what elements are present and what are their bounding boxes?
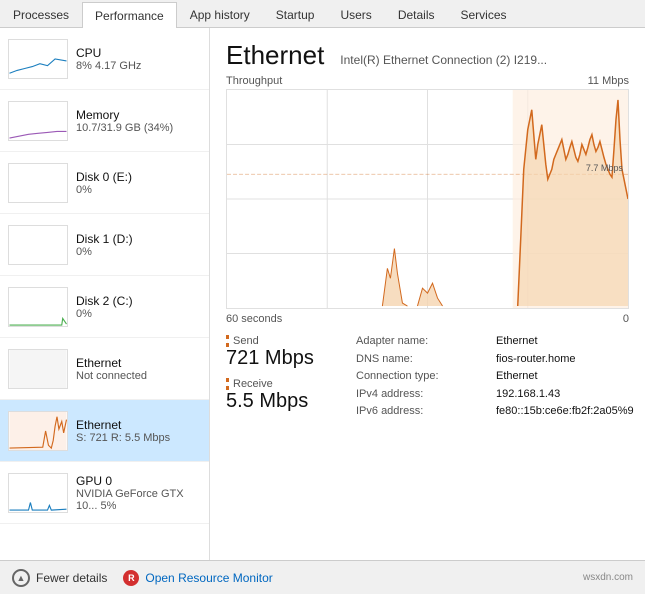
right-panel: Ethernet Intel(R) Ethernet Connection (2… — [210, 28, 645, 560]
sidebar-item-memory[interactable]: Memory 10.7/31.9 GB (34%) — [0, 90, 209, 152]
resource-monitor-icon: R — [123, 570, 139, 586]
send-value: 721 Mbps — [226, 347, 346, 370]
sidebar-item-disk0[interactable]: Disk 0 (E:) 0% — [0, 152, 209, 214]
cpu-title: CPU — [76, 46, 201, 60]
ethernet-active-title: Ethernet — [76, 418, 201, 432]
disk2-title: Disk 2 (C:) — [76, 294, 201, 308]
dns-label: DNS name: — [356, 353, 496, 369]
send-label: Send — [226, 335, 346, 347]
ethernet-nc-title: Ethernet — [76, 356, 201, 370]
svg-text:7.7 Mbps: 7.7 Mbps — [586, 163, 624, 173]
send-recv-panel: Send 721 Mbps Receive 5.5 Mbps — [226, 335, 346, 421]
graph-container: 7.7 Mbps — [226, 89, 629, 309]
info-section: Send 721 Mbps Receive 5.5 Mbps Adapter n… — [226, 335, 629, 421]
panel-header: Ethernet Intel(R) Ethernet Connection (2… — [226, 40, 629, 71]
main-content: CPU 8% 4.17 GHz Memory 10.7/31.9 GB (34%… — [0, 28, 645, 560]
adapter-value: Ethernet — [496, 335, 634, 351]
tab-bar: Processes Performance App history Startu… — [0, 0, 645, 28]
gpu0-mini-chart — [8, 473, 68, 513]
time-right-label: 0 — [623, 313, 629, 325]
conn-value: Ethernet — [496, 370, 634, 386]
sidebar-item-disk1[interactable]: Disk 1 (D:) 0% — [0, 214, 209, 276]
cpu-sub: 8% 4.17 GHz — [76, 60, 201, 72]
disk2-sub: 0% — [76, 308, 201, 320]
recv-value: 5.5 Mbps — [226, 390, 346, 413]
adapter-label: Adapter name: — [356, 335, 496, 351]
memory-sub: 10.7/31.9 GB (34%) — [76, 122, 201, 134]
tab-users[interactable]: Users — [327, 1, 384, 27]
recv-block: Receive 5.5 Mbps — [226, 378, 346, 413]
ethernet-active-mini-chart — [8, 411, 68, 451]
memory-title: Memory — [76, 108, 201, 122]
dns-value: fios-router.home — [496, 353, 634, 369]
disk1-mini-chart — [8, 225, 68, 265]
disk1-sub: 0% — [76, 246, 201, 258]
disk0-mini-chart — [8, 163, 68, 203]
panel-title: Ethernet — [226, 40, 324, 71]
disk0-title: Disk 0 (E:) — [76, 170, 201, 184]
time-left-label: 60 seconds — [226, 313, 282, 325]
fewer-details-label: Fewer details — [36, 571, 107, 585]
tab-details[interactable]: Details — [385, 1, 448, 27]
open-monitor-label: Open Resource Monitor — [145, 571, 272, 585]
tab-app-history[interactable]: App history — [177, 1, 263, 27]
cpu-mini-chart — [8, 39, 68, 79]
graph-time-row: 60 seconds 0 — [226, 313, 629, 325]
memory-mini-chart — [8, 101, 68, 141]
tab-services[interactable]: Services — [448, 1, 520, 27]
fewer-details-button[interactable]: ▲ Fewer details — [12, 569, 107, 587]
throughput-row: Throughput 11 Mbps — [226, 75, 629, 87]
sidebar-item-ethernet-nc[interactable]: Ethernet Not connected — [0, 338, 209, 400]
ethernet-nc-sub: Not connected — [76, 370, 201, 382]
ipv4-value: 192.168.1.43 — [496, 388, 634, 404]
throughput-max: 11 Mbps — [588, 75, 629, 87]
sidebar-item-gpu0[interactable]: GPU 0 NVIDIA GeForce GTX 10... 5% — [0, 462, 209, 524]
ethernet-active-sub: S: 721 R: 5.5 Mbps — [76, 432, 201, 444]
throughput-graph: 7.7 Mbps — [227, 90, 628, 308]
open-resource-monitor-button[interactable]: R Open Resource Monitor — [123, 570, 272, 586]
disk2-mini-chart — [8, 287, 68, 327]
ipv6-label: IPv6 address: — [356, 405, 496, 421]
send-block: Send 721 Mbps — [226, 335, 346, 370]
ethernet-nc-mini-chart — [8, 349, 68, 389]
sidebar-item-ethernet-active[interactable]: Ethernet S: 721 R: 5.5 Mbps — [0, 400, 209, 462]
sidebar-item-disk2[interactable]: Disk 2 (C:) 0% — [0, 276, 209, 338]
throughput-label: Throughput — [226, 75, 282, 87]
ipv4-label: IPv4 address: — [356, 388, 496, 404]
tab-processes[interactable]: Processes — [0, 1, 82, 27]
details-table: Adapter name: Ethernet DNS name: fios-ro… — [356, 335, 634, 421]
tab-startup[interactable]: Startup — [263, 1, 328, 27]
conn-label: Connection type: — [356, 370, 496, 386]
bottom-bar: ▲ Fewer details R Open Resource Monitor … — [0, 560, 645, 594]
panel-subtitle: Intel(R) Ethernet Connection (2) I219... — [340, 53, 547, 67]
disk1-title: Disk 1 (D:) — [76, 232, 201, 246]
chevron-up-icon: ▲ — [12, 569, 30, 587]
watermark: wsxdn.com — [583, 572, 633, 583]
recv-label: Receive — [226, 378, 346, 390]
gpu0-sub: NVIDIA GeForce GTX 10... 5% — [76, 488, 201, 512]
sidebar-item-cpu[interactable]: CPU 8% 4.17 GHz — [0, 28, 209, 90]
disk0-sub: 0% — [76, 184, 201, 196]
ipv6-value: fe80::15b:ce6e:fb2f:2a05%9 — [496, 405, 634, 421]
tab-performance[interactable]: Performance — [82, 2, 177, 28]
sidebar: CPU 8% 4.17 GHz Memory 10.7/31.9 GB (34%… — [0, 28, 210, 560]
gpu0-title: GPU 0 — [76, 474, 201, 488]
